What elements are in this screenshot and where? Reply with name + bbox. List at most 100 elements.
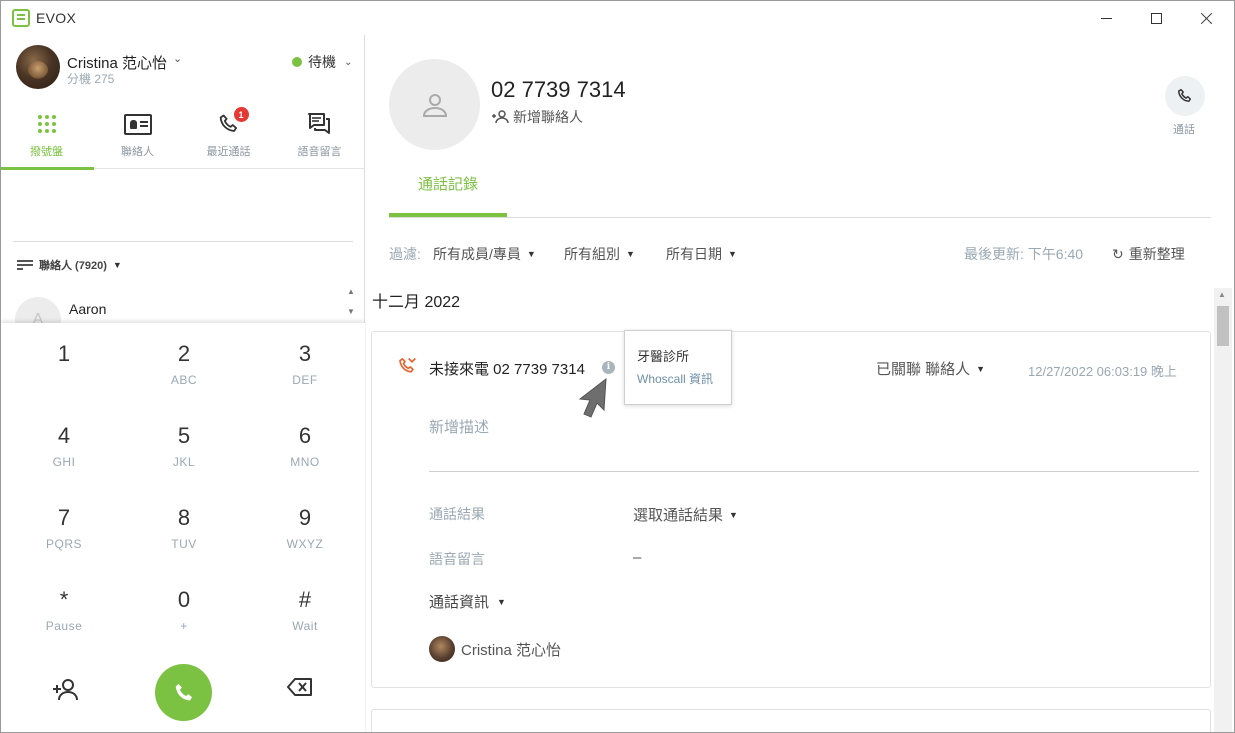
- info-icon[interactable]: i: [602, 361, 615, 374]
- status-selector[interactable]: 待機 ⌄: [292, 52, 352, 72]
- dialpad-key-8[interactable]: 8 TUV: [134, 487, 234, 557]
- add-contact-button[interactable]: [51, 677, 83, 705]
- dialpad-icon: [32, 109, 62, 139]
- tab-voicemail[interactable]: 語音留言: [274, 103, 365, 169]
- key-letters: WXYZ: [286, 537, 324, 551]
- filter-bar: 過濾: 所有成員/專員 ▼ 所有組別 ▼ 所有日期 ▼ 最後更新: 下午6:40 ↻ 重…: [389, 244, 1211, 266]
- dialpad-key-9[interactable]: 9 WXYZ: [255, 487, 355, 557]
- add-person-icon: [492, 110, 509, 124]
- user-menu-chevron-icon[interactable]: ⌄: [173, 52, 182, 65]
- user-avatar[interactable]: [16, 45, 60, 89]
- tab-recent-calls[interactable]: 1 最近通話: [183, 103, 274, 169]
- key-digit: 5: [177, 423, 191, 448]
- dialpad-key-0[interactable]: 0 +: [134, 569, 234, 639]
- avatar: [429, 636, 455, 662]
- tab-contacts[interactable]: 聯絡人: [92, 103, 183, 169]
- refresh-icon: ↻: [1112, 245, 1124, 262]
- refresh-label: 重新整理: [1128, 246, 1185, 262]
- dialpad: 1 2 ABC 3 DEF 4 GHI 5 JKL 6 MNO 7 PQRS 8 TUV 9 W…: [1, 323, 365, 732]
- call-result-label: 通話結果: [429, 506, 485, 522]
- maximize-icon: [1150, 12, 1162, 24]
- user-extension: 分機 275: [67, 72, 115, 86]
- contacts-sort-dropdown[interactable]: 聯絡人 (7920) ▼: [17, 257, 122, 273]
- add-contact-label: 新增聯絡人: [513, 109, 583, 125]
- nav-tabs: 撥號盤 聯絡人 1 最近通話 語音留言: [1, 103, 365, 170]
- filter-members-label: 所有成員/專員: [433, 246, 521, 262]
- backspace-icon: [287, 678, 312, 696]
- sort-icon: [17, 260, 33, 270]
- key-letters: +: [180, 619, 188, 633]
- detail-panel: 02 7739 7314 新增聯絡人 通話 通話記錄 過濾: 所有成員/專員 ▼ …: [366, 35, 1234, 732]
- call-info-toggle[interactable]: 通話資訊 ▼: [429, 591, 506, 612]
- call-record-card: [371, 709, 1211, 732]
- agent-name: Cristina 范心怡: [461, 641, 562, 659]
- call-button[interactable]: [155, 664, 212, 721]
- filter-members-dropdown[interactable]: 所有成員/專員 ▼: [433, 244, 536, 264]
- linked-contact-dropdown[interactable]: 已關聯 聯絡人 ▼: [876, 358, 985, 379]
- key-letters: Wait: [292, 619, 318, 633]
- filter-dates-label: 所有日期: [666, 246, 722, 262]
- description-underline: [429, 471, 1199, 472]
- evox-logo-icon: [12, 9, 30, 27]
- close-button[interactable]: [1181, 1, 1231, 35]
- minimize-button[interactable]: [1081, 1, 1131, 35]
- scrollbar-thumb[interactable]: [1217, 306, 1229, 346]
- dialpad-key-6[interactable]: 6 MNO: [255, 405, 355, 475]
- key-digit: 4: [57, 423, 71, 448]
- key-letters: DEF: [292, 373, 318, 387]
- scrollbar[interactable]: [1214, 288, 1232, 732]
- key-digit: 7: [57, 505, 71, 530]
- phone-icon: [175, 683, 192, 700]
- phone-icon: [1177, 88, 1192, 102]
- key-letters: ABC: [170, 373, 198, 387]
- refresh-button[interactable]: ↻ 重新整理: [1112, 244, 1185, 264]
- contact-card-icon: [123, 109, 153, 139]
- key-digit: 6: [298, 423, 312, 448]
- key-letters: Pause: [45, 619, 83, 633]
- dialpad-key-hash[interactable]: # Wait: [255, 569, 355, 639]
- dialpad-key-2[interactable]: 2 ABC: [134, 323, 234, 393]
- add-contact-link[interactable]: 新增聯絡人: [491, 107, 583, 127]
- dialpad-key-1[interactable]: 1: [14, 323, 114, 393]
- missed-call-icon: [397, 356, 417, 376]
- call-datetime: 12/27/2022 06:03:19 晚上: [1028, 364, 1177, 379]
- tab-call-history[interactable]: 通話記錄: [389, 163, 507, 217]
- scroll-up-arrow-icon[interactable]: ▲: [347, 287, 355, 296]
- dialpad-key-7[interactable]: 7 PQRS: [14, 487, 114, 557]
- description-input[interactable]: 新增描述: [429, 416, 489, 437]
- maximize-button[interactable]: [1131, 1, 1181, 35]
- key-digit: 9: [298, 505, 312, 530]
- tab-label: 最近通話: [206, 146, 251, 158]
- app-title: EVOX: [36, 10, 77, 26]
- backspace-button[interactable]: [287, 677, 315, 705]
- left-panel: Cristina 范心怡 ⌄ 分機 275 待機 ⌄ 撥號盤 聯絡人 1 最近通…: [1, 35, 365, 732]
- status-label: 待機: [308, 54, 336, 70]
- scroll-down-arrow-icon[interactable]: ▼: [347, 307, 355, 316]
- call-result-dropdown[interactable]: 選取通話結果 ▼: [633, 504, 738, 525]
- dialpad-key-4[interactable]: 4 GHI: [14, 405, 114, 475]
- tab-label: 語音留言: [297, 146, 342, 158]
- caret-down-icon: ▼: [497, 596, 506, 607]
- filter-dates-dropdown[interactable]: 所有日期 ▼: [666, 244, 737, 264]
- tooltip-caller-name: 牙醫診所: [637, 349, 690, 364]
- tab-dialpad[interactable]: 撥號盤: [1, 103, 94, 170]
- caret-down-icon: ▼: [729, 509, 738, 520]
- dialpad-key-star[interactable]: * Pause: [14, 569, 114, 639]
- caret-down-icon: ▼: [728, 249, 737, 259]
- dialpad-key-3[interactable]: 3 DEF: [255, 323, 355, 393]
- call-result-value: 選取通話結果: [633, 507, 724, 524]
- key-digit: 1: [57, 341, 71, 366]
- app-window: EVOX Cristina 范心怡 ⌄ 分機 275 待機 ⌄ 撥號盤 聯絡人: [0, 0, 1235, 733]
- key-digit: 3: [298, 341, 312, 366]
- filter-groups-label: 所有組別: [564, 246, 620, 262]
- filter-label: 過濾:: [389, 246, 421, 262]
- call-contact-button[interactable]: [1165, 76, 1205, 116]
- key-letters: MNO: [290, 455, 320, 469]
- scroll-up-arrow-icon[interactable]: ▲: [1218, 290, 1226, 299]
- call-contact-label: 通話: [1173, 124, 1195, 136]
- dialpad-key-5[interactable]: 5 JKL: [134, 405, 234, 475]
- title-bar: EVOX: [1, 1, 1234, 35]
- filter-groups-dropdown[interactable]: 所有組別 ▼: [564, 244, 635, 264]
- call-agent: Cristina 范心怡: [429, 636, 561, 662]
- call-info-label: 通話資訊: [429, 594, 490, 611]
